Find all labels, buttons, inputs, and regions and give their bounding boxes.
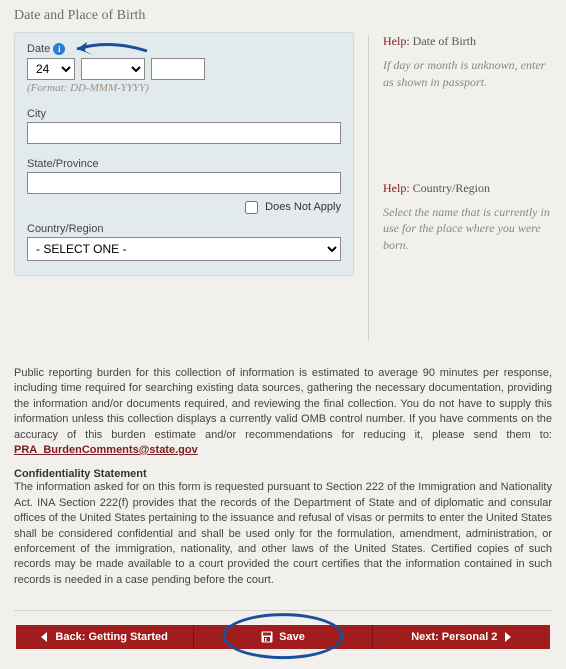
- next-label: Next: Personal 2: [411, 631, 497, 643]
- chevron-right-icon: [505, 632, 511, 642]
- help-date-of-birth: Help: Date of Birth If day or month is u…: [383, 34, 552, 91]
- state-input[interactable]: [27, 172, 341, 194]
- save-label: Save: [279, 631, 305, 643]
- help-prefix-2: Help:: [383, 181, 410, 195]
- info-icon[interactable]: i: [53, 43, 65, 55]
- country-select[interactable]: - SELECT ONE -: [27, 237, 341, 261]
- nav-bar: Back: Getting Started Save Next: Persona…: [14, 610, 552, 649]
- next-button[interactable]: Next: Personal 2: [373, 625, 550, 649]
- help-prefix: Help:: [383, 34, 410, 48]
- birth-year-input[interactable]: [151, 58, 205, 80]
- back-button[interactable]: Back: Getting Started: [16, 625, 194, 649]
- save-icon: [261, 631, 273, 643]
- city-label: City: [27, 108, 341, 120]
- burden-text: Public reporting burden for this collect…: [14, 367, 552, 441]
- save-button[interactable]: Save: [194, 625, 372, 649]
- help-country-title: Country/Region: [413, 181, 490, 195]
- does-not-apply-checkbox[interactable]: [245, 201, 258, 214]
- help-dob-title: Date of Birth: [413, 34, 476, 48]
- city-input[interactable]: [27, 122, 341, 144]
- burden-email-link[interactable]: PRA_BurdenComments@state.gov: [14, 444, 198, 456]
- back-label: Back: Getting Started: [55, 631, 167, 643]
- help-dob-body: If day or month is unknown, enter as sho…: [383, 57, 552, 91]
- help-country-body: Select the name that is currently in use…: [383, 204, 552, 254]
- birth-form-box: Date i 24 (Format: DD-MMM-YYYY) City: [14, 32, 354, 276]
- vertical-divider: [368, 36, 369, 340]
- chevron-left-icon: [41, 632, 47, 642]
- confidentiality-body: The information asked for on this form i…: [14, 480, 552, 588]
- state-label: State/Province: [27, 158, 341, 170]
- confidentiality-heading: Confidentiality Statement: [14, 468, 552, 480]
- does-not-apply-wrap[interactable]: Does Not Apply: [241, 201, 341, 213]
- date-format-hint: (Format: DD-MMM-YYYY): [27, 82, 341, 94]
- birth-day-select[interactable]: 24: [27, 58, 75, 80]
- help-country-region: Help: Country/Region Select the name tha…: [383, 181, 552, 254]
- burden-paragraph: Public reporting burden for this collect…: [14, 366, 552, 458]
- does-not-apply-label: Does Not Apply: [265, 201, 341, 213]
- section-title: Date and Place of Birth: [14, 8, 552, 24]
- date-label: Date: [27, 43, 50, 55]
- birth-month-select[interactable]: [81, 58, 145, 80]
- country-label: Country/Region: [27, 223, 341, 235]
